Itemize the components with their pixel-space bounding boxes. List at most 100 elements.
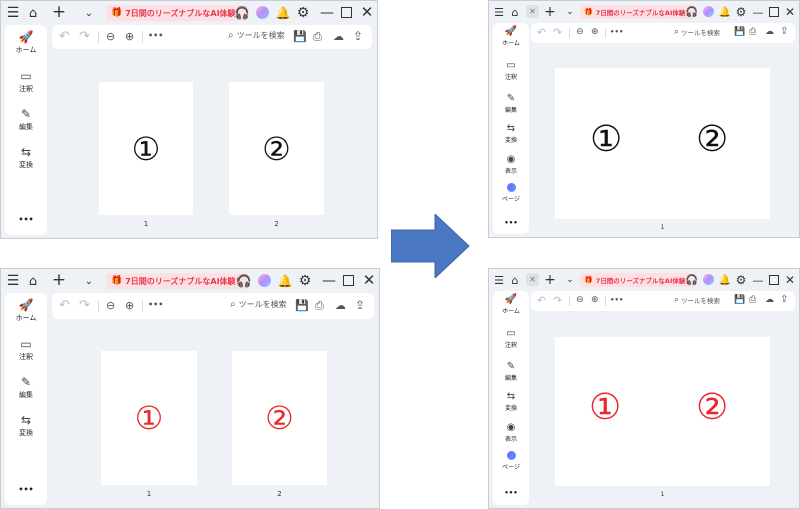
sidebar-item-convert[interactable]: ⇆ 変換 xyxy=(5,413,47,438)
print-icon[interactable]: ⎙ xyxy=(749,27,756,37)
close-window-icon[interactable]: ✕ xyxy=(784,4,796,19)
toolbar-more-button[interactable]: ••• xyxy=(610,296,623,304)
close-window-icon[interactable]: ✕ xyxy=(362,271,376,289)
sidebar-item-convert[interactable]: ⇆ 変換 xyxy=(493,123,529,144)
cloud-upload-icon[interactable]: ☁ xyxy=(335,299,346,312)
sidebar-item-view[interactable]: ◉ 表示 xyxy=(493,154,529,175)
tool-search[interactable]: ⌕ ツールを検索 xyxy=(228,30,285,41)
chevron-down-icon[interactable]: ⌄ xyxy=(82,274,96,288)
print-icon[interactable]: ⎙ xyxy=(315,299,324,313)
sidebar-item-home[interactable]: 🚀 ホーム xyxy=(5,30,47,55)
gear-icon[interactable]: ⚙ xyxy=(298,273,312,289)
sidebar-item-comment[interactable]: ▭ 注釈 xyxy=(493,328,529,349)
minimize-icon[interactable]: — xyxy=(752,274,764,287)
headset-icon[interactable]: 🎧 xyxy=(235,6,250,20)
print-icon[interactable]: ⎙ xyxy=(749,295,756,305)
sidebar-item-edit[interactable]: ✎ 編集 xyxy=(5,375,47,400)
cloud-upload-icon[interactable]: ☁ xyxy=(765,27,774,37)
chevron-down-icon[interactable]: ⌄ xyxy=(564,6,576,18)
cloud-upload-icon[interactable]: ☁ xyxy=(333,30,344,43)
sidebar-more-button[interactable]: ••• xyxy=(493,219,529,227)
toolbar-more-button[interactable]: ••• xyxy=(148,300,163,309)
bell-icon[interactable]: 🔔 xyxy=(278,274,293,288)
sidebar-more-button[interactable]: ••• xyxy=(5,485,47,494)
bell-icon[interactable]: 🔔 xyxy=(719,274,731,286)
maximize-icon[interactable] xyxy=(768,6,779,17)
promo-banner[interactable]: 🎁 7日間のリーズナブルなAI体験！ xyxy=(106,273,249,289)
undo-icon[interactable]: ↶ xyxy=(59,298,70,313)
gear-icon[interactable]: ⚙ xyxy=(735,5,747,19)
promo-banner[interactable]: 🎁 7日間のリーズナブルなAI体験！ xyxy=(580,273,696,287)
close-window-icon[interactable]: ✕ xyxy=(360,3,374,21)
close-icon[interactable]: ✕ xyxy=(526,273,539,286)
sidebar-item-home[interactable]: 🚀 ホーム xyxy=(5,298,47,323)
tool-search[interactable]: ⌕ ツールを検索 xyxy=(230,299,287,310)
home-icon[interactable]: ⌂ xyxy=(509,274,521,287)
save-icon[interactable]: 💾 xyxy=(734,27,745,37)
promo-banner[interactable]: 🎁 7日間のリーズナブルなAI体験！ xyxy=(106,5,249,21)
sidebar-item-convert[interactable]: ⇆ 変換 xyxy=(493,391,529,412)
plus-icon[interactable]: + xyxy=(52,270,66,290)
sidebar-item-page[interactable]: ページ xyxy=(493,183,529,203)
menu-icon[interactable]: ☰ xyxy=(493,274,505,287)
plus-icon[interactable]: + xyxy=(52,2,66,22)
headset-icon[interactable]: 🎧 xyxy=(237,274,252,288)
avatar[interactable] xyxy=(703,6,714,17)
tool-search[interactable]: ⌕ ツールを検索 xyxy=(674,295,720,305)
zoom-out-icon[interactable]: ⊖ xyxy=(106,299,115,312)
avatar[interactable] xyxy=(703,274,714,285)
sidebar-item-convert[interactable]: ⇆ 変換 xyxy=(5,145,47,170)
close-icon[interactable]: ✕ xyxy=(526,5,539,18)
home-icon[interactable]: ⌂ xyxy=(26,6,40,21)
sidebar-item-comment[interactable]: ▭ 注釈 xyxy=(5,337,47,362)
maximize-icon[interactable] xyxy=(342,274,354,286)
sidebar-more-button[interactable]: ••• xyxy=(493,489,529,497)
zoom-in-icon[interactable]: ⊕ xyxy=(591,295,599,305)
save-icon[interactable]: 💾 xyxy=(734,295,745,305)
sidebar-item-comment[interactable]: ▭ 注釈 xyxy=(5,69,47,94)
toolbar-more-button[interactable]: ••• xyxy=(610,28,623,36)
maximize-icon[interactable] xyxy=(768,274,779,285)
zoom-out-icon[interactable]: ⊖ xyxy=(576,27,584,37)
undo-icon[interactable]: ↶ xyxy=(537,294,546,307)
undo-icon[interactable]: ↶ xyxy=(59,29,70,44)
print-icon[interactable]: ⎙ xyxy=(313,30,322,44)
headset-icon[interactable]: 🎧 xyxy=(686,274,698,286)
redo-icon[interactable]: ↷ xyxy=(553,294,562,307)
home-icon[interactable]: ⌂ xyxy=(509,6,521,19)
zoom-out-icon[interactable]: ⊖ xyxy=(106,30,115,43)
sidebar-item-home[interactable]: 🚀 ホーム xyxy=(493,26,529,47)
sidebar-item-comment[interactable]: ▭ 注釈 xyxy=(493,60,529,81)
bell-icon[interactable]: 🔔 xyxy=(276,6,291,20)
zoom-in-icon[interactable]: ⊕ xyxy=(125,30,134,43)
close-window-icon[interactable]: ✕ xyxy=(784,272,796,287)
undo-icon[interactable]: ↶ xyxy=(537,26,546,39)
minimize-icon[interactable]: — xyxy=(322,273,336,289)
chevron-down-icon[interactable]: ⌄ xyxy=(82,6,96,20)
toolbar-more-button[interactable]: ••• xyxy=(148,31,163,40)
menu-icon[interactable]: ☰ xyxy=(493,6,505,19)
sidebar-item-view[interactable]: ◉ 表示 xyxy=(493,422,529,443)
sidebar-item-edit[interactable]: ✎ 編集 xyxy=(493,361,529,382)
sidebar-item-edit[interactable]: ✎ 編集 xyxy=(5,107,47,132)
tool-search[interactable]: ⌕ ツールを検索 xyxy=(674,27,720,37)
menu-icon[interactable]: ☰ xyxy=(6,273,20,289)
minimize-icon[interactable]: — xyxy=(320,5,334,21)
avatar[interactable] xyxy=(258,274,271,287)
chevron-down-icon[interactable]: ⌄ xyxy=(564,274,576,286)
redo-icon[interactable]: ↷ xyxy=(79,298,90,313)
gear-icon[interactable]: ⚙ xyxy=(296,5,310,21)
zoom-in-icon[interactable]: ⊕ xyxy=(591,27,599,37)
save-icon[interactable]: 💾 xyxy=(295,299,309,312)
share-icon[interactable]: ⇪ xyxy=(355,298,365,312)
sidebar-item-page[interactable]: ページ xyxy=(493,451,529,471)
maximize-icon[interactable] xyxy=(340,6,352,18)
share-icon[interactable]: ⇪ xyxy=(353,29,363,43)
zoom-out-icon[interactable]: ⊖ xyxy=(576,295,584,305)
zoom-in-icon[interactable]: ⊕ xyxy=(125,299,134,312)
sidebar-item-edit[interactable]: ✎ 編集 xyxy=(493,93,529,114)
plus-icon[interactable]: + xyxy=(544,4,556,20)
share-icon[interactable]: ⇪ xyxy=(780,26,788,37)
save-icon[interactable]: 💾 xyxy=(293,30,307,43)
sidebar-more-button[interactable]: ••• xyxy=(5,215,47,224)
